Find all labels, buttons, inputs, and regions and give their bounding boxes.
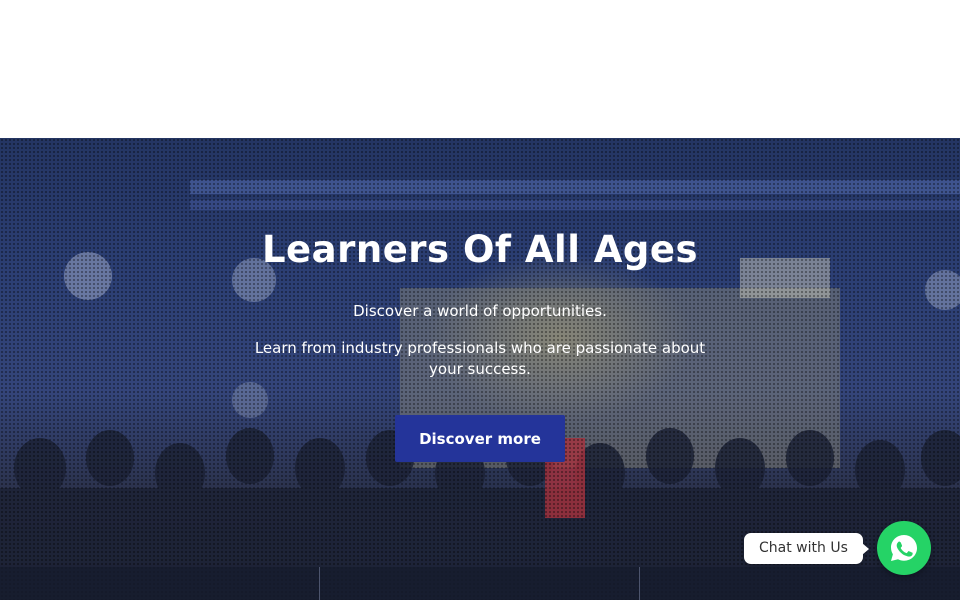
hero-title: Learners Of All Ages <box>261 228 699 271</box>
whatsapp-icon <box>891 535 917 561</box>
chat-with-us-label[interactable]: Chat with Us <box>744 533 869 564</box>
hero-description: Learn from industry professionals who ar… <box>254 339 706 378</box>
discover-more-button[interactable]: Discover more <box>395 415 565 462</box>
strip-divider <box>319 567 320 600</box>
hero-bottom-strip <box>0 567 960 600</box>
hero-banner: Learners Of All Ages Discover a world of… <box>0 138 960 600</box>
strip-divider <box>639 567 640 600</box>
whatsapp-chat-button[interactable] <box>877 521 931 575</box>
hero-subtitle: Discover a world of opportunities. <box>353 302 607 320</box>
site-header <box>0 0 960 138</box>
